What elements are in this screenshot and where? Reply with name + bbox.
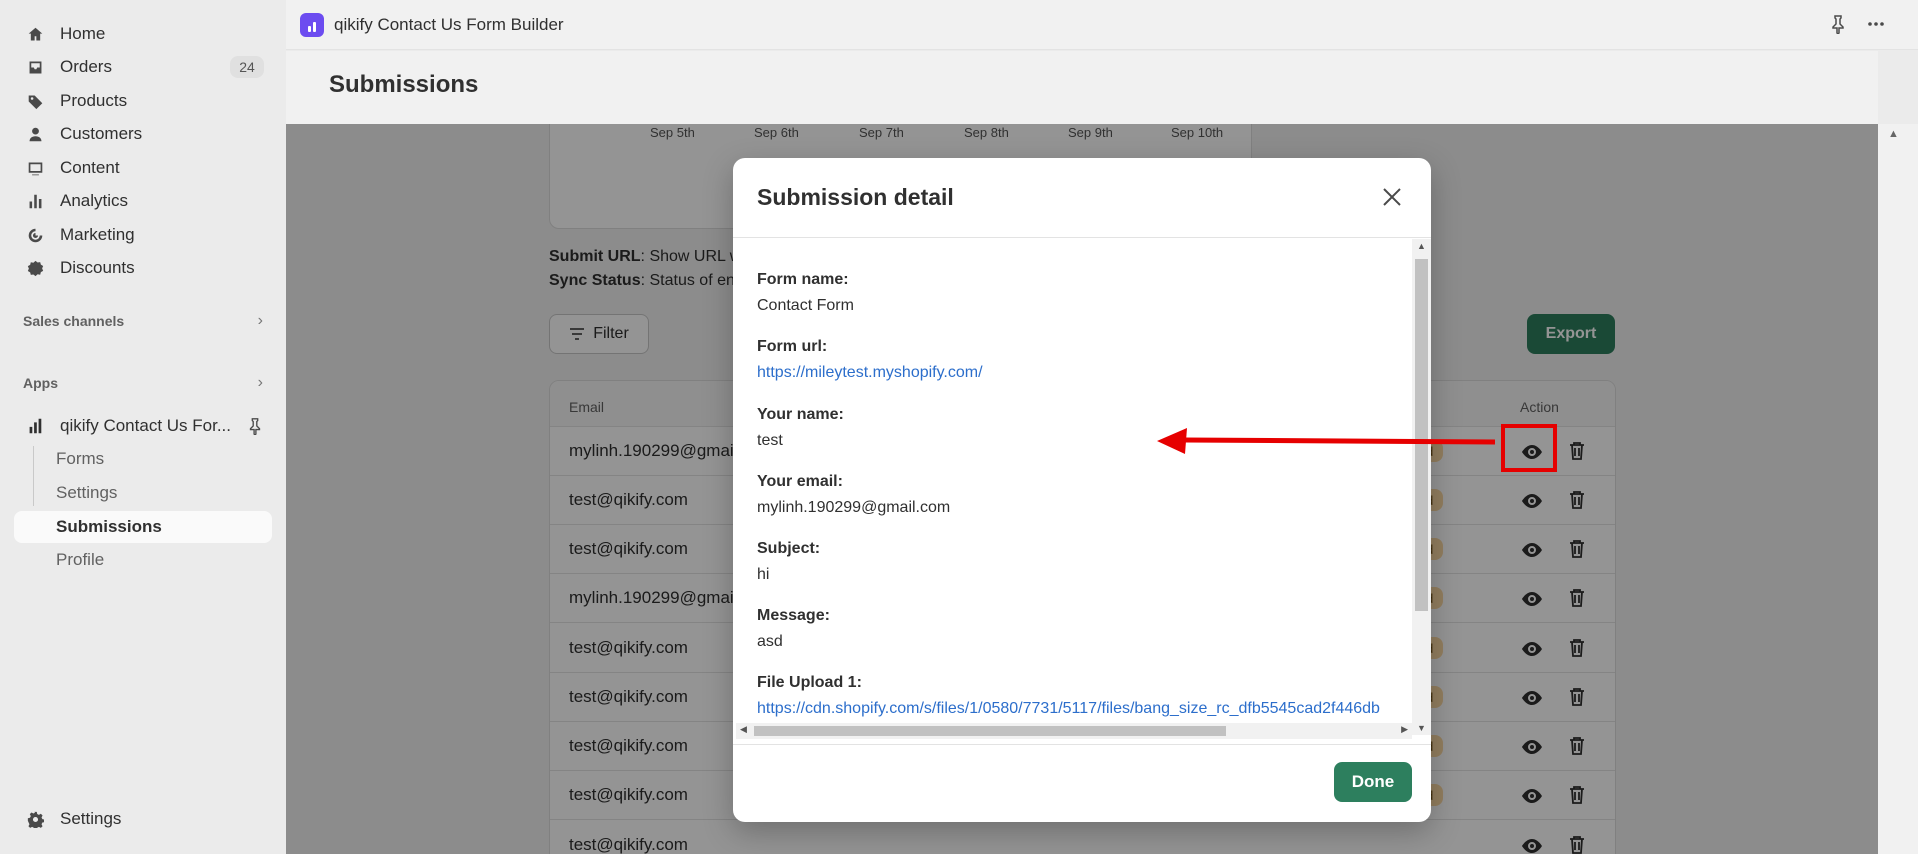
close-icon	[1383, 188, 1401, 206]
orders-count-badge: 24	[230, 56, 264, 78]
app-bar-chart-icon	[29, 418, 42, 434]
field-label: Form name:	[757, 271, 849, 288]
field-label: Your email:	[757, 473, 843, 490]
sidebar-item-label: Products	[60, 91, 128, 110]
app-topbar: qikify Contact Us Form Builder	[286, 0, 1918, 50]
more-options-icon[interactable]	[1866, 14, 1886, 34]
pin-icon[interactable]	[1828, 14, 1848, 34]
sidebar-subitem-profile[interactable]: Profile	[14, 544, 272, 576]
pin-icon[interactable]	[246, 417, 264, 435]
sidebar-subitem-submissions[interactable]: Submissions	[14, 511, 272, 543]
discount-icon	[26, 259, 44, 277]
scroll-down-arrow-icon[interactable]: ▼	[1417, 723, 1426, 733]
field-value: mylinh.190299@gmail.com	[757, 499, 951, 516]
sidebar-item-label: Discounts	[60, 258, 135, 277]
form-url-link[interactable]: https://mileytest.myshopify.com/	[757, 364, 983, 382]
person-icon	[26, 125, 44, 143]
sidebar-item-label: Marketing	[60, 225, 135, 244]
scroll-right-arrow-icon[interactable]: ▶	[1401, 724, 1408, 735]
field-label: Your name:	[757, 406, 844, 423]
close-button[interactable]	[1377, 182, 1407, 212]
chevron-right-icon: ›	[257, 312, 263, 329]
done-button[interactable]: Done	[1334, 762, 1412, 802]
bar-chart-icon	[26, 192, 44, 210]
sales-channels-label: Sales channels	[23, 313, 125, 329]
target-icon	[26, 226, 44, 244]
sidebar-item-settings[interactable]: Settings	[14, 804, 272, 834]
sidebar-item-label: Customers	[60, 124, 143, 143]
field-label: File Upload 1:	[757, 674, 862, 691]
sidebar-item-label: Content	[60, 158, 120, 177]
field-value: test	[757, 432, 783, 449]
apps-label: Apps	[23, 375, 58, 391]
scroll-left-arrow-icon[interactable]: ◀	[740, 724, 747, 735]
app-logo-icon	[300, 12, 324, 37]
field-your-email: Your email: mylinh.190299@gmail.com	[757, 473, 950, 517]
field-value: hi	[757, 566, 770, 583]
scroll-up-arrow-icon[interactable]: ▲	[1888, 128, 1899, 140]
field-label: Subject:	[757, 540, 821, 557]
gear-icon	[26, 810, 44, 828]
modal-horizontal-scrollbar[interactable]: ◀ ▶	[736, 723, 1412, 739]
sidebar-subitem-settings[interactable]: Settings	[14, 477, 272, 509]
sidebar-item-products[interactable]: Products	[14, 86, 272, 116]
sidebar-app-qikify[interactable]: qikify Contact Us For...	[14, 411, 272, 441]
sidebar-item-label: Orders	[60, 57, 112, 76]
sidebar-item-content[interactable]: Content	[14, 153, 272, 183]
sidebar-item-label: Settings	[60, 809, 122, 828]
modal-vertical-scrollbar[interactable]: ▲ ▼	[1412, 239, 1431, 735]
home-icon	[26, 25, 44, 43]
page-title: Submissions	[329, 71, 479, 98]
sidebar-item-marketing[interactable]: Marketing	[14, 220, 272, 250]
sidebar-subitem-forms[interactable]: Forms	[14, 443, 272, 475]
page-scrollbar[interactable]: ▲	[1878, 124, 1918, 854]
sidebar-item-analytics[interactable]: Analytics	[14, 186, 272, 216]
sidebar-item-label: Analytics	[60, 191, 129, 210]
modal-footer: Done	[733, 744, 1431, 822]
field-label: Form url:	[757, 338, 828, 355]
field-file-upload: File Upload 1: https://cdn.shopify.com/s…	[757, 674, 1380, 718]
field-label: Message:	[757, 607, 830, 624]
app-name: qikify Contact Us For...	[60, 416, 231, 435]
field-form-name: Form name: Contact Form	[757, 271, 854, 315]
field-form-url: Form url: https://mileytest.myshopify.co…	[757, 338, 983, 382]
field-message: Message: asd	[757, 607, 830, 651]
modal-title: Submission detail	[757, 184, 954, 210]
page-header: Submissions	[286, 51, 1878, 124]
file-upload-link[interactable]: https://cdn.shopify.com/s/files/1/0580/7…	[757, 700, 1380, 718]
field-subject: Subject: hi	[757, 540, 820, 584]
content-icon	[26, 159, 44, 177]
scrollbar-thumb[interactable]	[754, 726, 1226, 736]
sidebar-item-label: Home	[60, 24, 106, 43]
sales-channels-section[interactable]: Sales channels ›	[23, 310, 263, 332]
submission-detail-modal: Submission detail Form name: Contact For…	[733, 158, 1431, 822]
sidebar-item-orders[interactable]: Orders 24	[14, 52, 272, 82]
sidebar-item-customers[interactable]: Customers	[14, 119, 272, 149]
tag-icon	[26, 92, 44, 110]
sidebar: Home Orders 24 Products Customers Conten…	[0, 0, 286, 854]
chevron-right-icon: ›	[257, 374, 263, 391]
scroll-up-arrow-icon[interactable]: ▲	[1417, 241, 1426, 251]
app-title: qikify Contact Us Form Builder	[334, 14, 564, 34]
sidebar-item-discounts[interactable]: Discounts	[14, 253, 272, 283]
modal-header: Submission detail	[733, 158, 1431, 238]
orders-icon	[26, 58, 44, 76]
field-your-name: Your name: test	[757, 406, 844, 450]
field-value: Contact Form	[757, 297, 854, 314]
field-value: asd	[757, 633, 783, 650]
annotation-arrow-icon	[1157, 428, 1495, 454]
apps-section[interactable]: Apps ›	[23, 372, 263, 394]
annotation-highlight-box	[1501, 424, 1557, 472]
sidebar-item-home[interactable]: Home	[14, 19, 272, 49]
modal-body: Form name: Contact Form Form url: https:…	[733, 239, 1413, 735]
